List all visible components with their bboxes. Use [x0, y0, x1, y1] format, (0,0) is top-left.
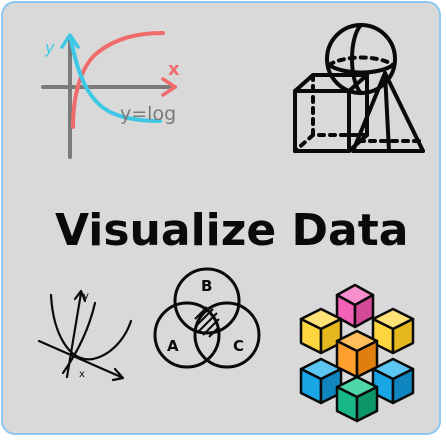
geometric-solids-icon	[289, 23, 429, 157]
yellow-cube-left	[299, 307, 343, 355]
venn-set-c-label: C	[233, 337, 244, 355]
log-graph-icon: y x y=log	[35, 17, 195, 159]
headline: Visualize Data	[55, 205, 409, 256]
pink-cube	[335, 283, 375, 329]
blue-cube-right	[371, 357, 415, 405]
venn-set-b-label: B	[201, 277, 212, 295]
orange-cube	[335, 329, 379, 379]
green-cube	[335, 375, 379, 423]
yellow-cube-right	[371, 307, 415, 355]
function-label: y=log	[120, 103, 176, 125]
venn-set-a-label: A	[167, 337, 179, 355]
blue-cube-left	[299, 357, 343, 405]
x-axis-letter: x	[168, 59, 180, 80]
parabola-x-label: x	[79, 369, 85, 380]
parabola-graph-icon: y x	[33, 283, 137, 383]
parabola-y-label: y	[83, 291, 89, 302]
visualize-data-card: y x y=log Visualize Data y x B A C	[1, 1, 441, 435]
cube-stack-icon	[297, 283, 423, 423]
y-axis-letter: y	[44, 38, 55, 57]
venn-diagram-icon: B A C	[151, 267, 263, 377]
